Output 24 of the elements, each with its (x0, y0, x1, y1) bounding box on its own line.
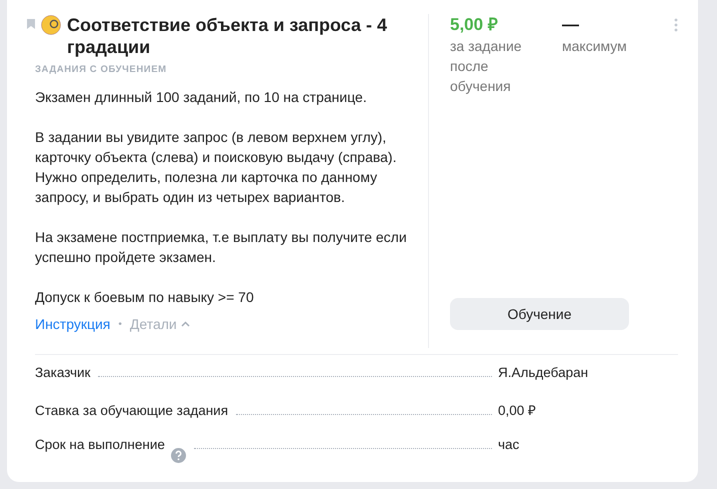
bookmark-icon[interactable] (27, 19, 35, 29)
description-paragraph: В задании вы увидите запрос (в левом верхнем углу), карточку объекта (слева) и поисковую выдачу (справа). Нужно определить, полезна ли карточка по данному запросу, и выбрать один из четырех вариантов. (35, 128, 398, 207)
description-paragraph: Допуск к боевым по навыку >= 70 (35, 288, 255, 307)
info-value: 0,00 ₽ (498, 402, 538, 419)
details-link[interactable]: Детали (130, 316, 190, 332)
description-paragraph: На экзамене постприемка, т.е выплату вы получите если успешно пройдете экзамен. (35, 228, 408, 267)
price-caption: за задание после обучения (450, 37, 523, 96)
price-value: 5,00 ₽ (450, 14, 499, 36)
info-value: Я.Альдебаран (498, 365, 590, 380)
description-paragraph: Экзамен длинный 100 заданий, по 10 на странице. (35, 88, 368, 107)
more-icon[interactable] (674, 18, 678, 32)
task-category: ЗАДАНИЯ С ОБУЧЕНИЕМ (35, 64, 168, 75)
info-label: Срок на выполнение (35, 437, 165, 452)
emoji-icon (41, 15, 61, 35)
instruction-link[interactable]: Инструкция (35, 316, 110, 332)
info-label: Заказчик (35, 365, 90, 380)
training-button[interactable]: Обучение (450, 298, 629, 330)
maximum-caption: максимум (562, 37, 628, 56)
help-icon[interactable] (170, 448, 186, 462)
separator-dot: • (118, 318, 122, 330)
info-label: Ставка за обучающие задания (35, 403, 228, 418)
maximum-value: — (562, 14, 580, 36)
info-value: час (498, 437, 520, 452)
task-title: Соответствие объекта и запроса - 4 градации (67, 14, 388, 58)
